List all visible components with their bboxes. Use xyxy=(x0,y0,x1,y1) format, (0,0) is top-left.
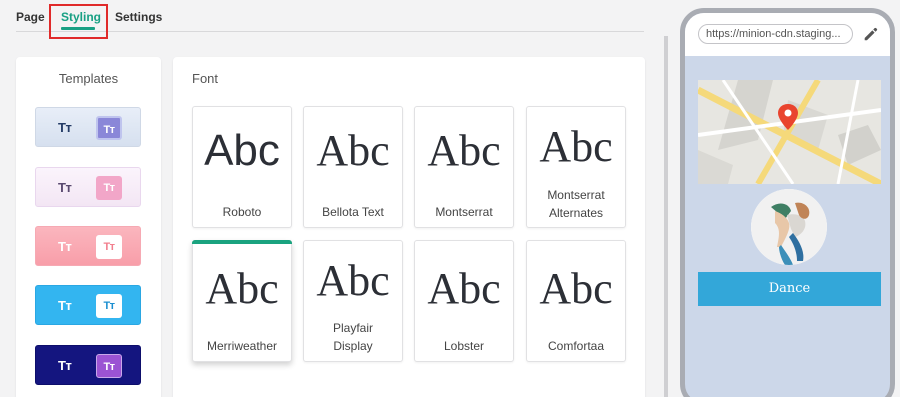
font-option-merriweather[interactable]: Abc Merriweather xyxy=(192,240,292,362)
template-option-4[interactable]: Tт Tт xyxy=(35,285,141,325)
url-field[interactable]: https://minion-cdn.staging... xyxy=(698,24,853,44)
font-option-roboto[interactable]: Abc Roboto xyxy=(192,106,292,228)
template-chip: Tт xyxy=(96,235,122,259)
template-chip: Tт xyxy=(96,116,122,140)
map-image xyxy=(698,80,881,184)
font-panel: Font Abc Roboto Abc Bellota Text Abc Mon… xyxy=(173,57,645,397)
font-name: Comfortaa xyxy=(547,339,605,353)
font-option-comfortaa[interactable]: Abc Comfortaa xyxy=(526,240,626,362)
selected-indicator xyxy=(192,240,292,244)
font-sample: Abc xyxy=(316,256,390,305)
font-option-bellota-text[interactable]: Abc Bellota Text xyxy=(303,106,403,228)
font-sample: Abc xyxy=(204,126,280,175)
font-name: Playfair Display xyxy=(332,321,373,353)
template-sample: Tт xyxy=(58,358,72,373)
template-sample: Tт xyxy=(58,180,72,195)
template-option-1[interactable]: Tт Tт xyxy=(35,107,141,147)
font-sample: Abc xyxy=(427,264,501,313)
template-sample: Tт xyxy=(58,120,72,135)
font-name: Montserrat xyxy=(435,205,493,219)
templates-title: Templates xyxy=(58,71,119,86)
template-chip: Tт xyxy=(96,176,122,200)
avatar xyxy=(751,189,827,265)
font-name: Lobster xyxy=(443,339,485,353)
font-option-lobster[interactable]: Abc Lobster xyxy=(414,240,514,362)
font-name: Roboto xyxy=(222,205,262,219)
font-sample: Abc xyxy=(316,126,390,175)
font-name: Bellota Text xyxy=(322,205,384,219)
template-sample: Tт xyxy=(58,239,72,254)
font-option-montserrat-alternates[interactable]: Abc Montserrat Alternates xyxy=(526,106,626,228)
font-name: Merriweather xyxy=(206,339,278,353)
phone-header: https://minion-cdn.staging... xyxy=(685,13,890,56)
font-sample: Abc xyxy=(427,126,501,175)
template-chip: Tт xyxy=(96,294,122,318)
template-option-2[interactable]: Tт Tт xyxy=(35,167,141,207)
template-chip: Tт xyxy=(96,354,122,378)
template-sample: Tт xyxy=(58,298,72,313)
tab-settings[interactable]: Settings xyxy=(115,10,162,24)
font-option-playfair-display[interactable]: Abc Playfair Display xyxy=(303,240,403,362)
template-option-5[interactable]: Tт Tт xyxy=(35,345,141,385)
font-title: Font xyxy=(192,71,219,86)
tab-highlight-box xyxy=(49,4,108,39)
template-option-3[interactable]: Tт Tт xyxy=(35,226,141,266)
tab-bar: Page Styling Settings xyxy=(16,0,644,32)
pencil-icon[interactable] xyxy=(862,25,880,43)
font-sample: Abc xyxy=(539,122,613,171)
templates-panel: Templates Tт Tт Tт Tт Tт Tт Tт Tт Tт Tт xyxy=(16,57,161,397)
font-option-montserrat[interactable]: Abc Montserrat xyxy=(414,106,514,228)
editor-area: Page Styling Settings Templates Tт Tт Tт… xyxy=(0,0,664,397)
dance-button[interactable]: Dance xyxy=(698,272,881,306)
phone-preview: https://minion-cdn.staging... Dance xyxy=(680,8,895,397)
font-sample: Abc xyxy=(205,264,279,313)
tab-page[interactable]: Page xyxy=(16,10,45,24)
font-sample: Abc xyxy=(539,264,613,313)
font-name: Montserrat Alternates xyxy=(547,188,605,220)
